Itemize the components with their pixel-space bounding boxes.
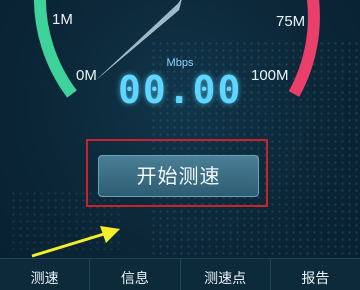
- bottom-navigation: 测速 信息 测速点 报告: [0, 258, 360, 290]
- nav-tab-speedtest[interactable]: 测速: [0, 259, 91, 290]
- nav-tab-report[interactable]: 报告: [271, 259, 360, 290]
- nav-tab-test-points[interactable]: 测速点: [181, 259, 271, 290]
- speed-test-screen: 1M 0M 75M 100M Mbps 00.00 开始测速 测速 信息 测速点…: [0, 0, 360, 290]
- arrow-shaft: [31, 232, 105, 258]
- nav-tab-info[interactable]: 信息: [90, 259, 181, 290]
- arrow-head-icon: [100, 226, 120, 243]
- annotation-arrow: [31, 226, 120, 258]
